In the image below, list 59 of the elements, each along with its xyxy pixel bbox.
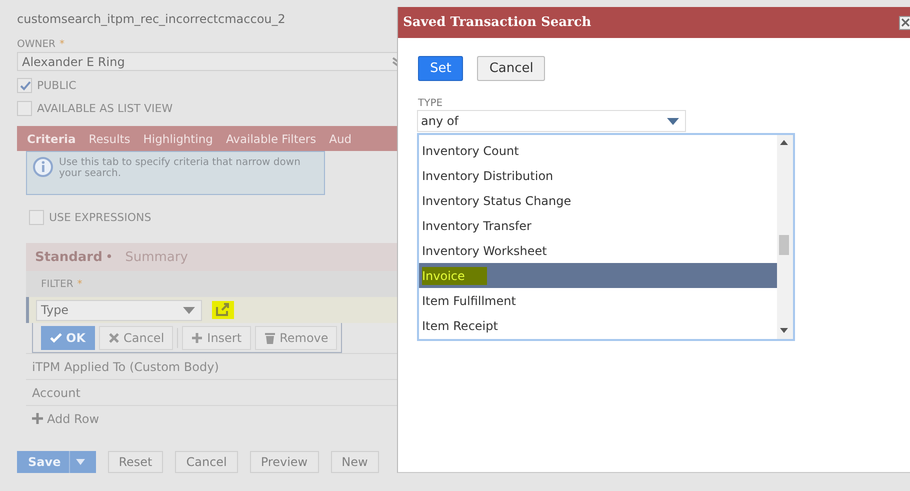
checkbox[interactable] (29, 210, 44, 224)
list-option[interactable]: Inventory Status Change (419, 188, 777, 213)
plus-icon (191, 332, 204, 344)
list-option[interactable]: Inventory Count (419, 138, 777, 163)
type-listbox[interactable]: Inventory Count Inventory Distribution Inventory Status Change Inventory Transfer Inventory Worksheet Invoice Item Fulfillment Item Receipt (417, 133, 795, 341)
scrollbar[interactable] (777, 135, 793, 339)
ok-button[interactable]: OK (41, 326, 94, 350)
cancel-button[interactable]: Cancel (98, 326, 174, 350)
footer-button[interactable]: Cancel (175, 451, 238, 473)
tab[interactable]: Criteria (27, 130, 76, 146)
insert-button[interactable]: Insert (182, 326, 251, 350)
type-label: TYPE (418, 98, 444, 109)
required-mark: * (60, 39, 65, 50)
checkbox-label: USE EXPRESSIONS (49, 210, 152, 224)
owner-label: OWNER (17, 39, 56, 50)
close-button[interactable] (899, 16, 910, 30)
scroll-down-icon[interactable] (780, 328, 788, 333)
info-text: Use this tab to specify criteria that narrow down your search. (59, 157, 302, 181)
checkbox[interactable] (17, 100, 32, 116)
filter-select[interactable]: Type (36, 300, 202, 320)
footer-button[interactable]: New (330, 451, 379, 473)
tab[interactable]: Available Filters (226, 130, 316, 146)
search-id-text: customsearch_itpm_rec_incorrectcmaccou_2 (17, 12, 286, 28)
save-button[interactable]: Save (17, 451, 96, 473)
tab[interactable]: Aud (329, 130, 352, 146)
list-option[interactable]: Inventory Worksheet (419, 238, 777, 263)
info-icon (33, 157, 53, 177)
dropdown-arrow-icon (76, 459, 85, 465)
cancel-button[interactable]: Cancel (477, 56, 546, 81)
x-icon (108, 332, 120, 344)
trash-icon (264, 332, 276, 344)
scroll-up-icon[interactable] (780, 140, 788, 145)
owner-select[interactable]: Alexander E Ring (17, 52, 397, 71)
tab[interactable]: Results (88, 130, 130, 146)
list-option[interactable]: Inventory Transfer (419, 213, 777, 238)
list-option[interactable]: Inventory Distribution (419, 163, 777, 188)
remove-button[interactable]: Remove (254, 326, 338, 350)
tab[interactable]: Highlighting (143, 130, 213, 146)
close-icon (900, 18, 910, 27)
check-icon (18, 80, 30, 90)
set-button[interactable]: Set (418, 56, 464, 81)
operator-select[interactable]: any of (417, 110, 686, 132)
checkbox[interactable] (17, 78, 32, 92)
dialog-title: Saved Transaction Search (403, 15, 592, 30)
list-option[interactable]: Item Receipt (419, 313, 777, 338)
list-option[interactable]: Item Fulfillment (419, 288, 777, 313)
check-icon (50, 332, 62, 344)
footer-button[interactable]: Preview (250, 451, 319, 473)
open-popup-icon[interactable] (212, 301, 234, 319)
checkbox-label: PUBLIC (37, 78, 76, 92)
checkbox-label: AVAILABLE AS LIST VIEW (37, 102, 173, 114)
scrollbar-thumb[interactable] (779, 235, 789, 255)
dropdown-arrow-icon (183, 306, 195, 314)
filter-header: FILTER * (26, 271, 397, 297)
plus-icon (32, 413, 43, 424)
subtab[interactable]: Standard • (35, 250, 114, 264)
list-option[interactable]: Invoice (419, 263, 777, 288)
footer-button[interactable]: Reset (108, 451, 164, 473)
dropdown-arrow-icon (667, 118, 679, 124)
